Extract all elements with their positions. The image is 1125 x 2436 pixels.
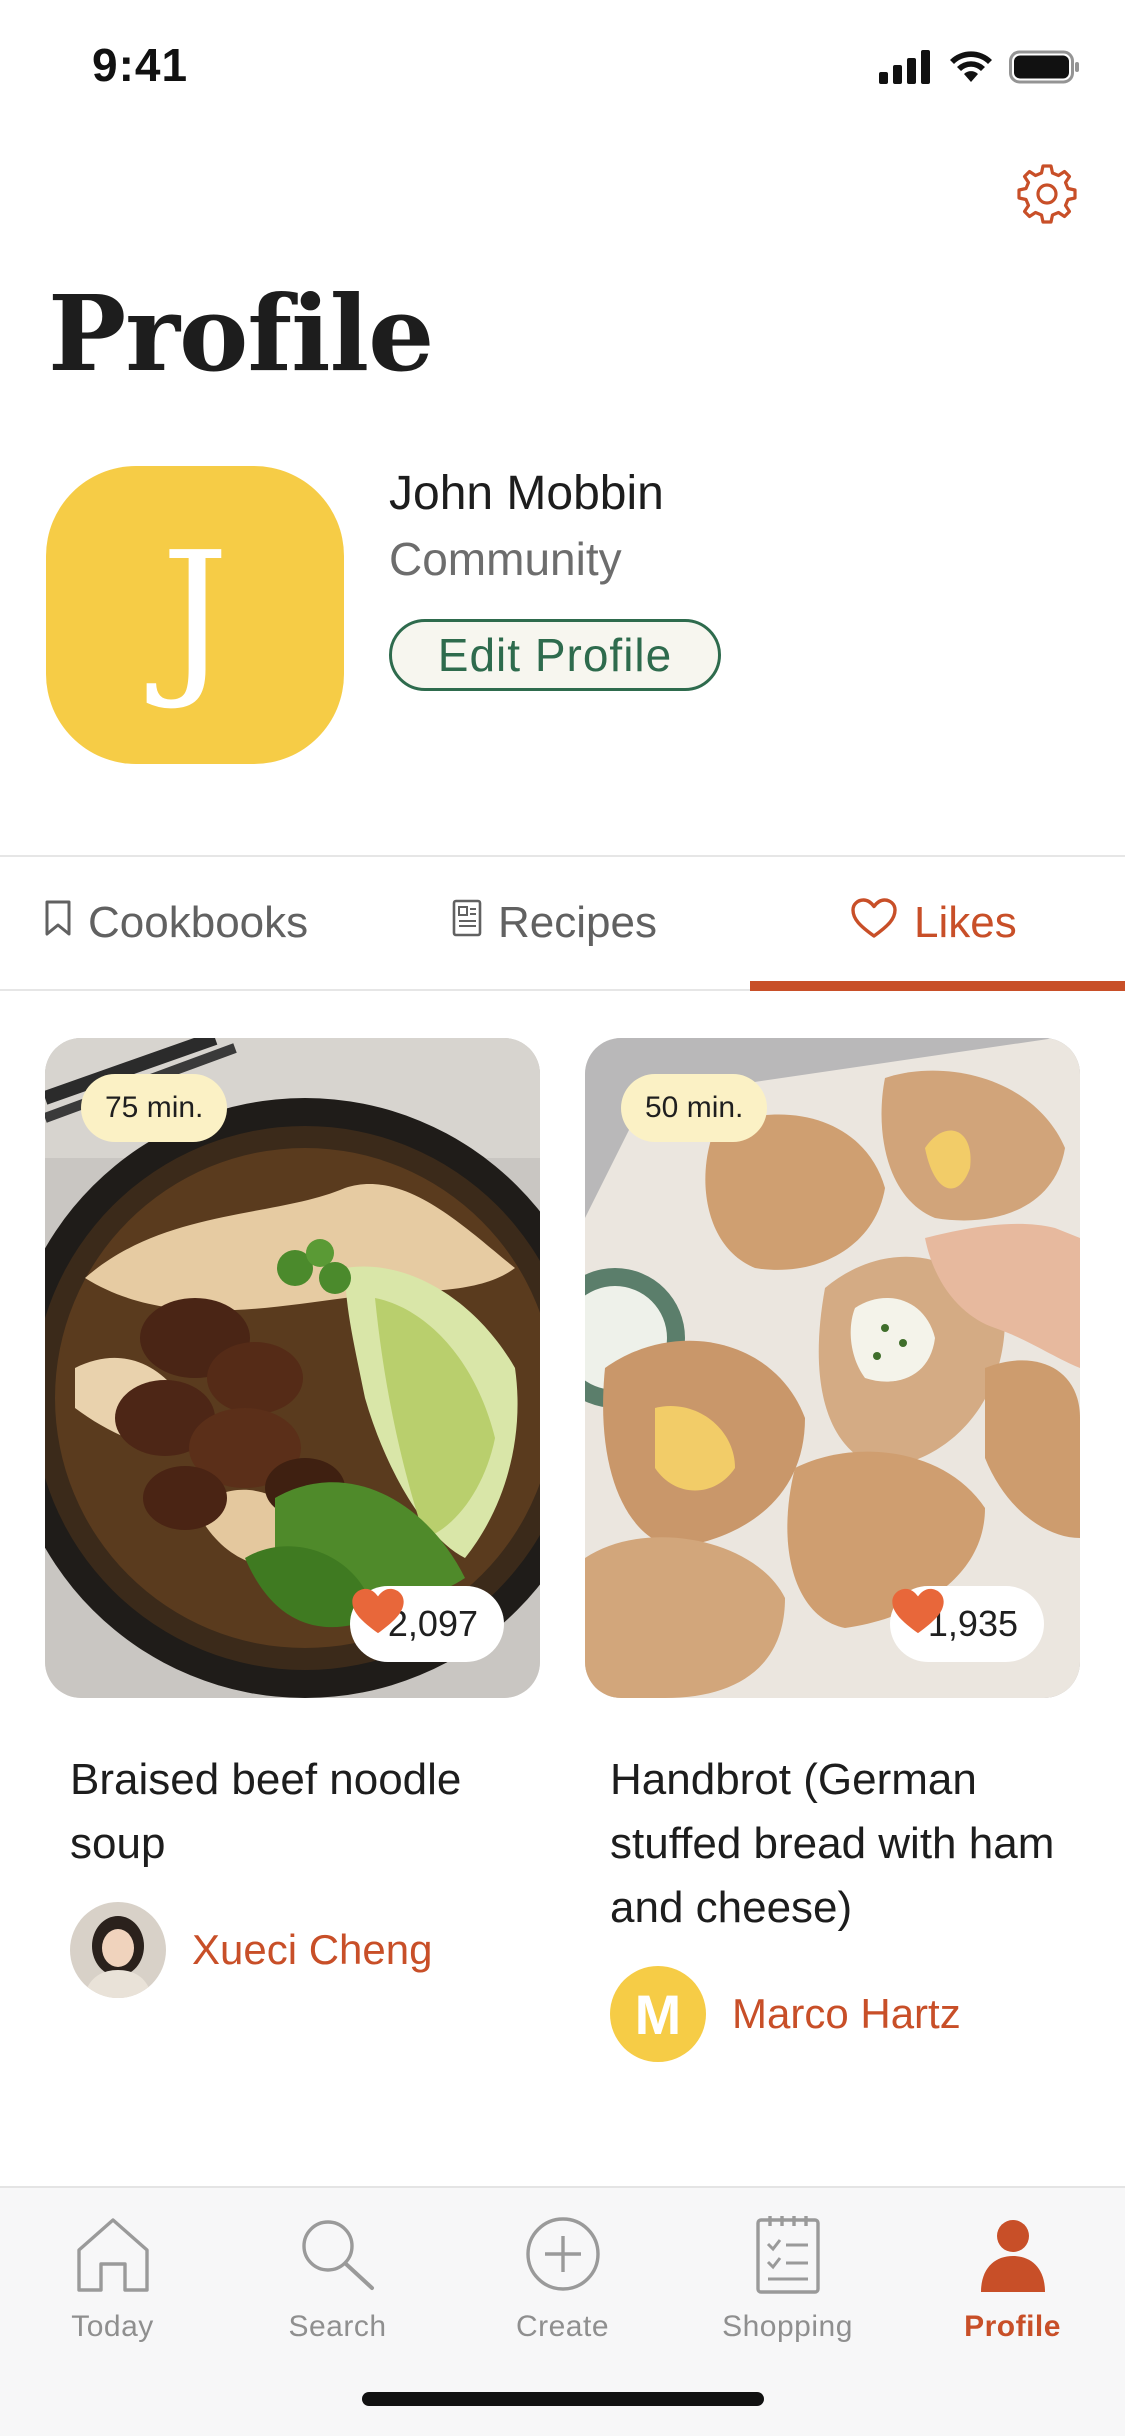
- recipe-title[interactable]: Braised beef noodle soup: [45, 1748, 540, 1876]
- recipe-card-icon: [452, 898, 482, 948]
- avatar: J: [46, 466, 344, 764]
- author-name: Marco Hartz: [732, 1990, 961, 2037]
- nav-search[interactable]: Search: [225, 2206, 450, 2344]
- cook-time-badge: 50 min.: [621, 1074, 768, 1142]
- likes-pill[interactable]: 2,097: [349, 1586, 504, 1662]
- tab-label: Likes: [914, 898, 1017, 947]
- profile-tabs: Cookbooks Recipes Likes: [0, 855, 1125, 991]
- tab-label: Recipes: [498, 898, 657, 947]
- nav-create[interactable]: Create: [450, 2206, 675, 2344]
- nav-label: Today: [71, 2310, 154, 2343]
- status-time: 9:41: [92, 39, 189, 91]
- nav-label: Create: [515, 2310, 610, 2343]
- nav-label: Shopping: [722, 2310, 853, 2343]
- home-indicator[interactable]: [362, 2392, 764, 2406]
- checklist-icon: [740, 2206, 836, 2302]
- tab-likes[interactable]: Likes: [850, 857, 1017, 989]
- person-icon: [965, 2206, 1061, 2302]
- nav-shopping[interactable]: Shopping: [675, 2206, 900, 2344]
- recipe-photo-noodle-soup: 75 min. 2,097: [45, 1038, 540, 1698]
- search-icon: [290, 2206, 386, 2302]
- status-icons: [879, 50, 1081, 89]
- battery-icon: [1009, 50, 1081, 89]
- settings-button[interactable]: [1013, 162, 1081, 230]
- recipe-author[interactable]: M Marco Hartz: [585, 1966, 1080, 2062]
- author-avatar: [70, 1902, 166, 1998]
- cook-time-badge: 75 min.: [81, 1074, 228, 1142]
- recipe-photo-handbrot: 50 min. 1,935: [585, 1038, 1080, 1698]
- tab-cookbooks[interactable]: Cookbooks: [44, 857, 308, 989]
- user-name: John Mobbin: [389, 467, 664, 520]
- recipe-card[interactable]: 75 min. 2,097 Braised beef noodle soup X…: [45, 1038, 540, 1998]
- edit-profile-button[interactable]: Edit Profile: [389, 619, 721, 691]
- cellular-signal-icon: [879, 50, 933, 89]
- bookmark-icon: [44, 898, 72, 948]
- wifi-icon: [947, 50, 995, 89]
- home-icon: [65, 2206, 161, 2302]
- recipe-title[interactable]: Handbrot (German stuffed bread with ham …: [585, 1748, 1080, 1940]
- nav-label: Search: [288, 2310, 387, 2343]
- likes-pill[interactable]: 1,935: [889, 1586, 1044, 1662]
- heart-icon: [850, 897, 898, 950]
- plus-circle-icon: [515, 2206, 611, 2302]
- author-avatar: M: [610, 1966, 706, 2062]
- user-role: Community: [389, 533, 622, 585]
- avatar-initial: J: [160, 516, 230, 714]
- nav-label: Profile: [964, 2310, 1061, 2343]
- recipe-card[interactable]: 50 min. 1,935 Handbrot (German stuffed b…: [585, 1038, 1080, 2062]
- status-bar: 9:41: [0, 0, 1125, 140]
- author-name: Xueci Cheng: [192, 1926, 433, 1973]
- nav-profile[interactable]: Profile: [900, 2206, 1125, 2344]
- tab-recipes[interactable]: Recipes: [452, 857, 657, 989]
- nav-today[interactable]: Today: [0, 2206, 225, 2344]
- gear-icon: [1015, 162, 1079, 231]
- active-tab-indicator: [750, 981, 1125, 991]
- tab-label: Cookbooks: [88, 898, 309, 947]
- page-title: Profile: [48, 272, 434, 395]
- recipe-author[interactable]: Xueci Cheng: [45, 1902, 540, 1998]
